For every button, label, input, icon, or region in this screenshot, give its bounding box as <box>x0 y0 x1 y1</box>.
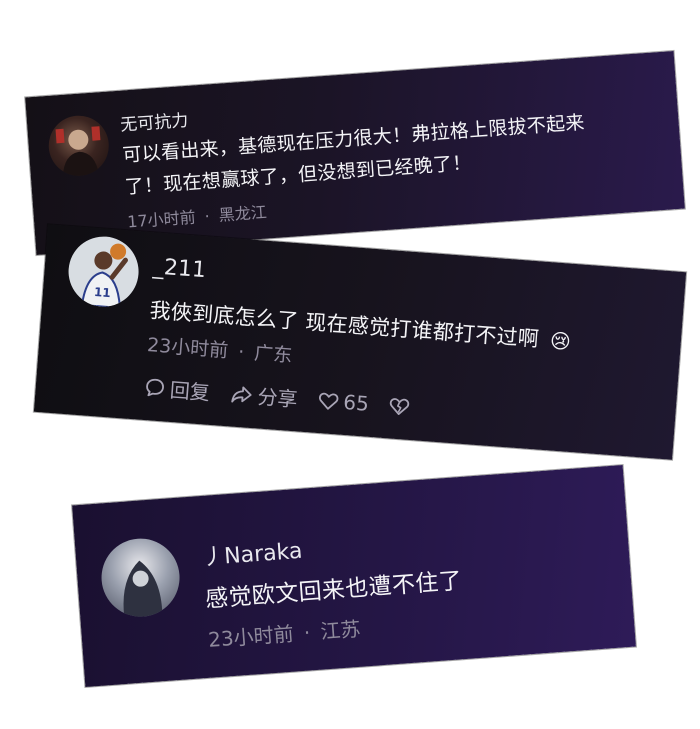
share-label: 分享 <box>256 384 299 412</box>
crying-emoji: 😢 <box>549 328 573 354</box>
comment-card-2: 11 _211 我俠到底怎么了 现在感觉打谁都打不过啊 😢 23小时前 · 广东… <box>33 224 687 460</box>
speech-bubble-icon <box>146 378 164 396</box>
avatar-basketball-player-icon: 11 <box>80 243 128 309</box>
meta-separator: · <box>302 620 312 645</box>
meta-separator: · <box>203 206 211 226</box>
avatar[interactable] <box>98 535 183 620</box>
comment-meta: 23小时前 · 江苏 <box>207 613 361 653</box>
comment-meta: 17小时前 · 黑龙江 <box>126 199 268 233</box>
avatar[interactable]: 11 <box>66 234 142 310</box>
heart-icon <box>319 392 339 410</box>
comment-card-1: 无可抗力 可以看出来，基德现在压力很大！弗拉格上限拔不起来 了！现在想赢球了，但… <box>25 50 685 256</box>
comment-meta: 23小时前 · 广东 <box>146 330 293 368</box>
timestamp: 17小时前 <box>126 207 197 232</box>
svg-text:11: 11 <box>93 285 111 300</box>
meta-separator: · <box>237 340 246 364</box>
avatar-figure-icon <box>55 126 101 177</box>
like-count: 65 <box>342 389 370 416</box>
username[interactable]: 丿Naraka <box>201 533 303 572</box>
screenshot-collage: 无可抗力 可以看出来，基德现在压力很大！弗拉格上限拔不起来 了！现在想赢球了，但… <box>0 0 700 729</box>
like-button[interactable]: 65 <box>317 388 370 416</box>
share-arrow-icon <box>231 385 252 402</box>
reply-button[interactable]: 回复 <box>143 372 211 406</box>
share-button[interactable]: 分享 <box>229 378 299 412</box>
reply-label: 回复 <box>168 377 211 405</box>
timestamp: 23小时前 <box>207 621 295 652</box>
broken-heart-icon <box>390 397 410 415</box>
location: 江苏 <box>319 616 362 644</box>
timestamp: 23小时前 <box>146 334 229 363</box>
location: 广东 <box>253 342 293 367</box>
avatar-hooded-figure-icon <box>123 560 163 618</box>
username[interactable]: _211 <box>152 254 207 283</box>
comment-actions: 回复 分享 65 <box>143 372 436 423</box>
username[interactable]: 无可抗力 <box>119 106 189 136</box>
avatar[interactable] <box>46 113 111 178</box>
comment-card-3: 丿Naraka 感觉欧文回来也遭不住了 23小时前 · 江苏 <box>72 465 636 687</box>
dislike-button[interactable] <box>388 394 416 418</box>
location: 黑龙江 <box>218 202 268 225</box>
